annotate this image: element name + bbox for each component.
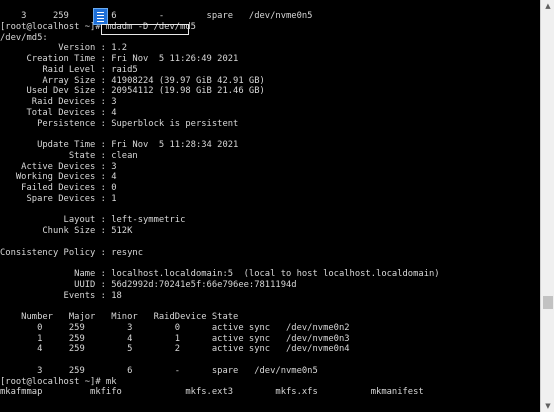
terminal-line: mkafmmap mkfifo mkfs.ext3 mkfs.xfs mkman…: [0, 387, 424, 398]
document-icon: [93, 8, 108, 25]
terminal-line: Consistency Policy : resync: [0, 247, 143, 258]
scroll-up-arrow-icon[interactable]: ▲: [543, 1, 553, 11]
terminal-line: 4 259 5 2 active sync /dev/nvme0n4: [0, 344, 350, 355]
terminal-line: Chunk Size : 512K: [0, 226, 133, 236]
terminal-window[interactable]: 3 259 6 - spare /dev/nvme0n5 [root@localh…: [0, 0, 540, 412]
scroll-thumb[interactable]: [543, 296, 553, 309]
terminal-line: Spare Devices : 1: [0, 193, 117, 204]
selected-command-highlight: [101, 24, 189, 35]
vertical-scrollbar[interactable]: ▲ ▼: [540, 0, 554, 412]
terminal-line: Persistence : Superblock is persistent: [0, 118, 239, 129]
terminal-line: Events : 18: [0, 290, 122, 301]
scroll-down-arrow-icon[interactable]: ▼: [543, 401, 553, 411]
